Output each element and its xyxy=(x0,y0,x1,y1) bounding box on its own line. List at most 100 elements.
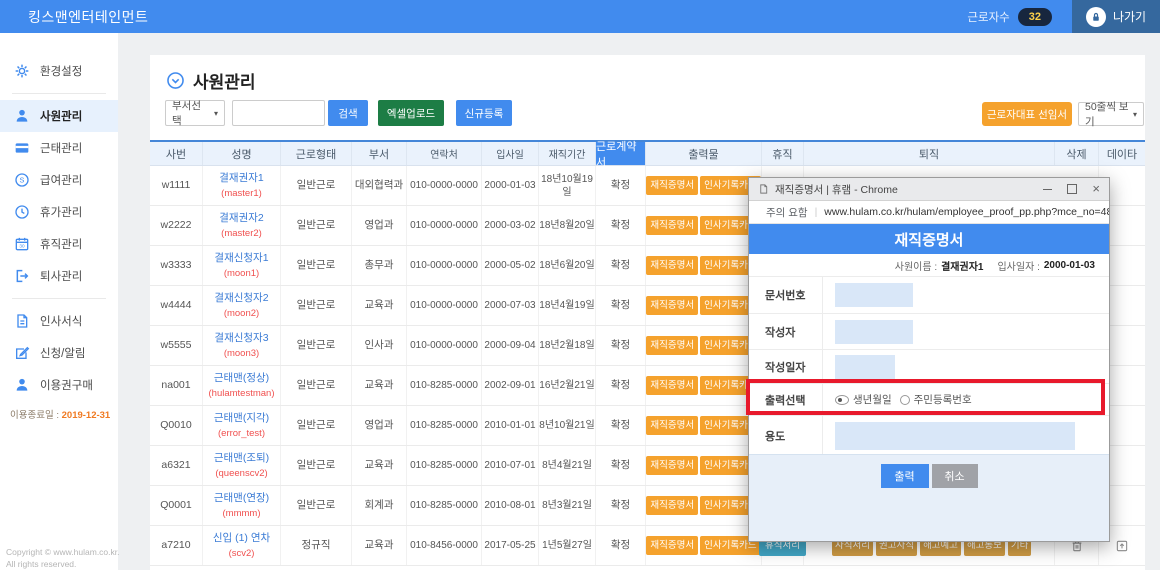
employee-name-link[interactable]: 결재권자2 xyxy=(219,212,263,225)
sidebar-item-payroll[interactable]: S 급여관리 xyxy=(0,164,118,196)
hire-date: 2017-05-25 xyxy=(482,526,539,565)
logout-label: 나가기 xyxy=(1113,8,1146,25)
employment-certificate-button[interactable]: 재직증명서 xyxy=(646,416,698,435)
print-buttons-cell: 재직증명서 인사기록카드 xyxy=(646,326,762,365)
employment-certificate-button[interactable]: 재직증명서 xyxy=(646,296,698,315)
page-title: 사원관리 xyxy=(166,68,256,93)
department: 교육과 xyxy=(352,526,407,565)
employee-name-link[interactable]: 신입 (1) 연차 xyxy=(213,532,270,545)
toolbar: 부서선택▾ 검색 엑셀업로드 신규등록 근로자대표 선임서 50줄씩 보기▾ xyxy=(150,100,1145,128)
phone-number: 010-0000-0000 xyxy=(407,326,482,365)
new-employee-button[interactable]: 신규등록 xyxy=(456,100,512,126)
sidebar-item-requests[interactable]: 신청/알림 xyxy=(0,337,118,369)
employee-alias-link[interactable]: (moon2) xyxy=(224,307,259,320)
sidebar-item-settings[interactable]: 환경설정 xyxy=(0,55,118,87)
employee-alias-link[interactable]: (error_test) xyxy=(218,427,265,440)
contract-status: 확정 xyxy=(596,406,646,445)
employee-name-link[interactable]: 결재신청자2 xyxy=(214,292,268,305)
employee-alias-link[interactable]: (queenscv2) xyxy=(215,467,267,480)
minimize-icon[interactable] xyxy=(1043,189,1052,190)
employment-certificate-button[interactable]: 재직증명서 xyxy=(646,456,698,475)
employment-certificate-button[interactable]: 재직증명서 xyxy=(646,216,698,235)
department: 회계과 xyxy=(352,486,407,525)
department: 영업과 xyxy=(352,406,407,445)
sidebar-item-leave[interactable]: 30 휴직관리 xyxy=(0,228,118,260)
search-input[interactable] xyxy=(232,100,325,126)
excel-upload-button[interactable]: 엑셀업로드 xyxy=(378,100,444,126)
search-button[interactable]: 검색 xyxy=(328,100,368,126)
sidebar-item-resignation[interactable]: 퇴사관리 xyxy=(0,260,118,292)
copyright: Copyright © www.hulam.co.kr. All rights … xyxy=(6,546,120,570)
sidebar-item-vacation[interactable]: 휴가관리 xyxy=(0,196,118,228)
employee-alias-link[interactable]: (hulamtestman) xyxy=(209,387,275,400)
employee-name-link[interactable]: 결재신청자1 xyxy=(214,252,268,265)
employment-certificate-button[interactable]: 재직증명서 xyxy=(646,176,698,195)
maximize-icon[interactable] xyxy=(1067,184,1077,194)
phone-number: 010-8285-0000 xyxy=(407,486,482,525)
employment-certificate-button[interactable]: 재직증명서 xyxy=(646,496,698,515)
employment-type: 일반근로 xyxy=(281,446,352,485)
popup-title-bar[interactable]: 재직증명서 | 휴램 - Chrome × xyxy=(749,178,1109,201)
col-header-phone: 연락처 xyxy=(407,142,482,165)
employee-alias-link[interactable]: (scv2) xyxy=(229,547,255,560)
print-buttons-cell: 재직증명서 인사기록카드 xyxy=(646,446,762,485)
phone-number: 010-0000-0000 xyxy=(407,206,482,245)
employee-alias-link[interactable]: (master2) xyxy=(221,227,262,240)
birthdate-radio[interactable] xyxy=(835,395,849,405)
employee-name-cell: 근태맨(정상) (hulamtestman) xyxy=(203,366,281,405)
cancel-button[interactable]: 취소 xyxy=(932,464,978,488)
certificate-popup-window: 재직증명서 | 휴램 - Chrome × 주의 요함 | www.hulam.… xyxy=(748,177,1110,542)
certificate-employee-info: 사원이름 : 결재권자1 입사일자 : 2000-01-03 xyxy=(749,254,1109,276)
user-icon xyxy=(14,377,30,393)
employee-alias-link[interactable]: (moon3) xyxy=(224,347,259,360)
purpose-input[interactable] xyxy=(835,422,1075,450)
print-buttons-cell: 재직증명서 인사기록카드 xyxy=(646,406,762,445)
print-button[interactable]: 출력 xyxy=(881,464,929,488)
sidebar-item-hr-forms[interactable]: 인사서식 xyxy=(0,305,118,337)
worker-rep-button[interactable]: 근로자대표 선임서 xyxy=(982,102,1072,126)
author-label: 작성자 xyxy=(749,314,823,349)
employee-name-link[interactable]: 근태맨(지각) xyxy=(214,412,269,425)
sidebar-item-subscription[interactable]: 이용권구매 xyxy=(0,369,118,401)
col-header-dept: 부서 xyxy=(352,142,407,165)
print-buttons-cell: 재직증명서 인사기록카드 xyxy=(646,166,762,205)
contract-status: 확정 xyxy=(596,366,646,405)
hire-date: 2000-01-03 xyxy=(482,166,539,205)
employee-name-cell: 근태맨(조퇴) (queenscv2) xyxy=(203,446,281,485)
employment-certificate-button[interactable]: 재직증명서 xyxy=(646,256,698,275)
employee-name-link[interactable]: 근태맨(연장) xyxy=(214,492,269,505)
employee-name-link[interactable]: 결재신청자3 xyxy=(214,332,268,345)
popup-address-bar[interactable]: 주의 요함 | www.hulam.co.kr/hulam/employee_p… xyxy=(749,201,1109,224)
employment-certificate-button[interactable]: 재직증명서 xyxy=(646,376,698,395)
employee-name-link[interactable]: 결재권자1 xyxy=(219,172,263,185)
employee-name-link[interactable]: 근태맨(정상) xyxy=(214,372,269,385)
employee-alias-link[interactable]: (master1) xyxy=(221,187,262,200)
contract-status: 확정 xyxy=(596,206,646,245)
department: 교육과 xyxy=(352,446,407,485)
employee-alias-link[interactable]: (moon1) xyxy=(224,267,259,280)
page-size-select[interactable]: 50줄씩 보기▾ xyxy=(1078,102,1144,126)
employment-certificate-button[interactable]: 재직증명서 xyxy=(646,536,698,555)
close-icon[interactable]: × xyxy=(1092,184,1100,194)
department-select[interactable]: 부서선택▾ xyxy=(165,100,225,126)
col-header-retire: 퇴직 xyxy=(804,142,1055,165)
edit-icon xyxy=(14,345,30,361)
sidebar-item-employees[interactable]: 사원관리 xyxy=(0,100,118,132)
write-date-input[interactable] xyxy=(835,355,895,379)
contract-status: 확정 xyxy=(596,286,646,325)
employment-certificate-button[interactable]: 재직증명서 xyxy=(646,336,698,355)
author-input[interactable] xyxy=(835,320,913,344)
ssn-radio[interactable] xyxy=(900,395,910,405)
sidebar-item-attendance[interactable]: 근태관리 xyxy=(0,132,118,164)
employee-name-link[interactable]: 근태맨(조퇴) xyxy=(214,452,269,465)
col-header-delete: 삭제 xyxy=(1055,142,1099,165)
logout-button[interactable]: 나가기 xyxy=(1072,0,1160,33)
col-header-tenure: 재직기간 xyxy=(539,142,596,165)
data-icon[interactable] xyxy=(1115,539,1129,553)
department: 교육과 xyxy=(352,366,407,405)
doc-number-input[interactable] xyxy=(835,283,913,307)
contract-status: 확정 xyxy=(596,166,646,205)
employee-alias-link[interactable]: (mmmm) xyxy=(223,507,261,520)
employee-id: Q0010 xyxy=(150,406,203,445)
chevron-down-icon: ▾ xyxy=(214,109,218,118)
